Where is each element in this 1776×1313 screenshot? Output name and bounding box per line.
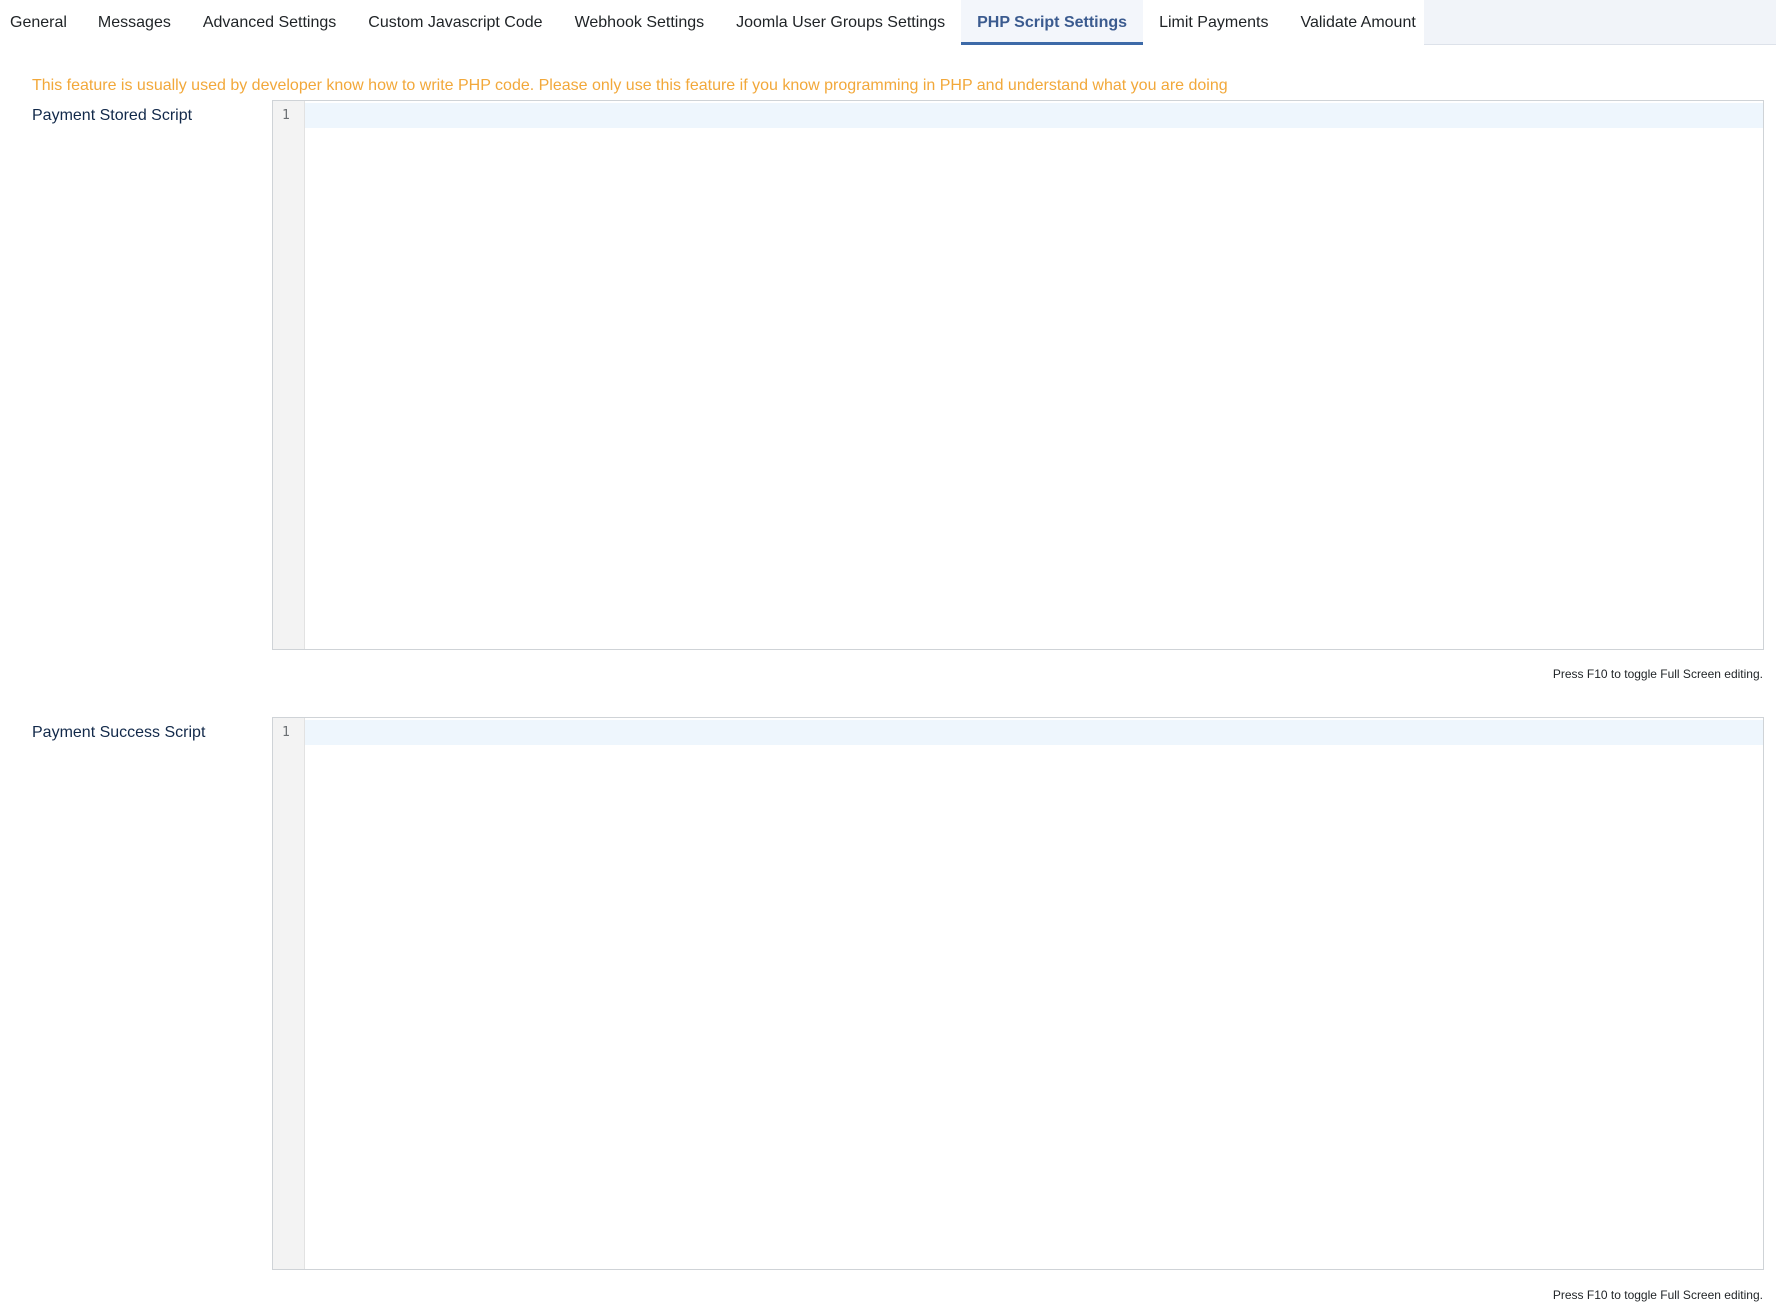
tab-webhook-settings[interactable]: Webhook Settings — [559, 0, 721, 45]
fullscreen-hint: Press F10 to toggle Full Screen editing. — [1552, 1288, 1763, 1302]
line-number: 1 — [282, 725, 290, 740]
tab-limit-payments[interactable]: Limit Payments — [1143, 0, 1284, 45]
tab-joomla-user-groups-settings[interactable]: Joomla User Groups Settings — [720, 0, 961, 45]
payment-stored-script-editor[interactable]: 1 — [272, 100, 1764, 650]
tab-bar: General Messages Advanced Settings Custo… — [0, 0, 1776, 45]
line-number-gutter: 1 — [273, 718, 305, 1269]
php-warning-text: This feature is usually used by develope… — [32, 77, 1228, 94]
line-number: 1 — [282, 108, 290, 123]
payment-success-script-editor[interactable]: 1 — [272, 717, 1764, 1270]
tab-list: General Messages Advanced Settings Custo… — [0, 0, 1424, 45]
tab-messages[interactable]: Messages — [82, 0, 187, 45]
active-line-highlight — [305, 720, 1763, 745]
tab-general[interactable]: General — [0, 0, 82, 45]
payment-success-script-label: Payment Success Script — [32, 724, 206, 741]
line-number-gutter: 1 — [273, 101, 305, 649]
tab-custom-javascript-code[interactable]: Custom Javascript Code — [352, 0, 558, 45]
tab-validate-amount[interactable]: Validate Amount — [1284, 0, 1430, 45]
tab-advanced-settings[interactable]: Advanced Settings — [187, 0, 352, 45]
fullscreen-hint: Press F10 to toggle Full Screen editing. — [1552, 667, 1763, 681]
tab-php-script-settings[interactable]: PHP Script Settings — [961, 0, 1144, 45]
active-line-highlight — [305, 103, 1763, 128]
payment-stored-script-label: Payment Stored Script — [32, 107, 193, 124]
